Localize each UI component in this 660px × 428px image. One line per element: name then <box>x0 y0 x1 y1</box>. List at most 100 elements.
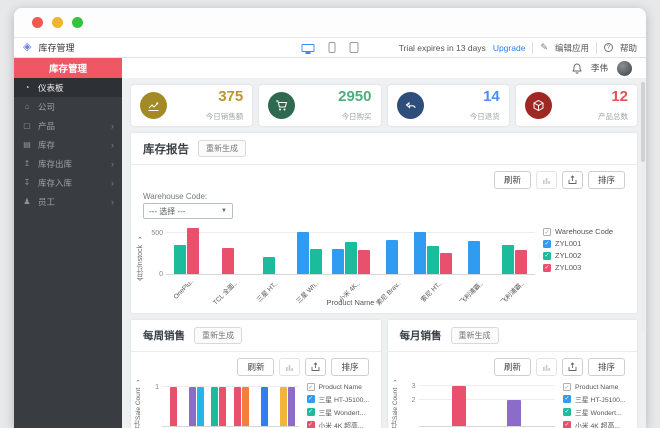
bar[interactable] <box>427 246 439 274</box>
bar[interactable] <box>515 250 527 275</box>
bar[interactable] <box>310 249 322 274</box>
bar[interactable] <box>440 253 452 274</box>
chart-type-button[interactable] <box>536 358 557 376</box>
legend-checkbox[interactable]: ✓ <box>307 408 315 416</box>
bar[interactable] <box>197 387 204 426</box>
user-name[interactable]: 李伟 <box>591 62 608 74</box>
legend-checkbox[interactable]: ✓ <box>563 383 571 391</box>
notification-bell-icon[interactable] <box>572 63 582 74</box>
legend-checkbox[interactable]: ✓ <box>307 383 315 391</box>
bar[interactable] <box>332 249 344 274</box>
tablet-view-icon[interactable] <box>350 42 359 53</box>
legend-item[interactable]: ✓三星 Wondert... <box>307 407 373 417</box>
legend-item[interactable]: ✓ Product Name <box>563 383 629 391</box>
chevron-right-icon: › <box>111 178 114 188</box>
legend-checkbox[interactable]: ✓ <box>563 395 571 403</box>
export-button[interactable] <box>562 171 583 189</box>
legend-item[interactable]: ✓三星 HT-J5100... <box>307 394 373 404</box>
bar[interactable] <box>189 387 196 426</box>
sort-button[interactable]: 排序 <box>588 171 625 189</box>
refresh-button[interactable]: 刷新 <box>494 358 531 376</box>
refresh-button[interactable]: 刷新 <box>237 358 274 376</box>
legend-item[interactable]: ✓小米 4K 超高... <box>563 420 629 428</box>
bar[interactable] <box>358 250 370 274</box>
legend-checkbox[interactable]: ✓ <box>563 408 571 416</box>
sort-button[interactable]: 排序 <box>331 358 368 376</box>
legend-checkbox[interactable]: ✓ <box>563 421 571 428</box>
bar[interactable] <box>288 387 295 426</box>
regenerate-button[interactable]: 重新生成 <box>194 327 242 344</box>
sidebar-item-6[interactable]: ♟员工› <box>14 192 122 211</box>
legend-item[interactable]: ✓ZYL001 <box>543 239 627 248</box>
bar[interactable] <box>263 257 275 274</box>
chevron-right-icon: › <box>111 159 114 169</box>
legend-item[interactable]: ✓ZYL002 <box>543 251 627 260</box>
user-topbar: 李伟 <box>122 58 646 78</box>
chart-type-button[interactable] <box>536 171 557 189</box>
phone-view-icon[interactable] <box>329 42 336 53</box>
warehouse-code-select[interactable]: --- 选择 --- ▼ <box>143 203 233 219</box>
regenerate-button[interactable]: 重新生成 <box>451 327 499 344</box>
legend-checkbox[interactable]: ✓ <box>543 228 551 236</box>
edit-app-button[interactable]: 编辑应用 <box>555 42 589 54</box>
bar[interactable] <box>297 232 309 274</box>
sidebar-item-5[interactable]: ↧库存入库› <box>14 173 122 192</box>
bar[interactable] <box>507 400 521 426</box>
bar[interactable] <box>187 228 199 274</box>
bar[interactable] <box>222 248 234 274</box>
app-title: 库存管理 <box>38 41 74 54</box>
x-axis-tick-label: OnePlu.. <box>173 278 196 301</box>
legend-checkbox[interactable]: ✓ <box>307 395 315 403</box>
bar[interactable] <box>414 232 426 274</box>
legend-checkbox[interactable]: ✓ <box>543 240 551 248</box>
legend-checkbox[interactable]: ✓ <box>543 264 551 272</box>
legend-item[interactable]: ✓ 小米 4K 超高... <box>307 420 373 428</box>
scrollbar-thumb[interactable] <box>641 82 645 162</box>
regenerate-button[interactable]: 重新生成 <box>198 140 246 157</box>
sort-button[interactable]: 排序 <box>588 358 625 376</box>
legend-item[interactable]: ✓三星 HT-J5100... <box>563 394 629 404</box>
chart-type-button[interactable] <box>279 358 300 376</box>
export-button[interactable] <box>562 358 583 376</box>
upgrade-link[interactable]: Upgrade <box>493 43 526 53</box>
desktop-view-icon[interactable] <box>302 44 315 52</box>
sidebar-item-3[interactable]: ▤库存› <box>14 135 122 154</box>
y-axis-label[interactable]: 合计Sale Count <box>134 378 144 428</box>
export-button[interactable] <box>305 358 326 376</box>
legend-item[interactable]: ✓ZYL003 <box>543 263 627 272</box>
help-button[interactable]: 帮助 <box>620 42 637 54</box>
legend-item[interactable]: ✓三星 Wondert... <box>563 407 629 417</box>
bar[interactable] <box>242 387 249 426</box>
bar[interactable] <box>452 386 466 426</box>
refresh-button[interactable]: 刷新 <box>494 171 531 189</box>
bar[interactable] <box>261 387 268 426</box>
bar[interactable] <box>219 387 226 426</box>
bar[interactable] <box>170 387 177 426</box>
legend-checkbox[interactable]: ✓ <box>543 252 551 260</box>
bar[interactable] <box>234 387 241 426</box>
legend-checkbox[interactable]: ✓ <box>307 421 315 428</box>
bar[interactable] <box>174 245 186 274</box>
avatar[interactable] <box>617 61 632 76</box>
bar[interactable] <box>345 242 357 274</box>
bar[interactable] <box>468 241 480 274</box>
sidebar-item-2[interactable]: ▢产品› <box>14 116 122 135</box>
sidebar-item-0[interactable]: ◔仪表板 <box>14 78 122 97</box>
y-axis-label[interactable]: 合计Sale Count <box>391 378 401 428</box>
sidebar-item-1[interactable]: ⌂公司 <box>14 97 122 116</box>
close-window-button[interactable] <box>32 17 43 28</box>
legend-label: Product Name <box>575 384 618 391</box>
y-axis-label[interactable]: 合计Instock <box>136 235 146 281</box>
maximize-window-button[interactable] <box>72 17 83 28</box>
legend-item[interactable]: ✓Warehouse Code <box>543 227 627 236</box>
legend-item[interactable]: ✓Product Name <box>307 383 373 391</box>
scrollbar[interactable] <box>641 82 645 332</box>
bar[interactable] <box>211 387 218 426</box>
legend-label: 小米 4K 超高... <box>319 420 364 428</box>
bar[interactable] <box>386 240 398 274</box>
minimize-window-button[interactable] <box>52 17 63 28</box>
return-arrow-icon <box>397 92 424 119</box>
bar[interactable] <box>280 387 287 426</box>
bar[interactable] <box>502 245 514 274</box>
sidebar-item-4[interactable]: ↥库存出库› <box>14 154 122 173</box>
